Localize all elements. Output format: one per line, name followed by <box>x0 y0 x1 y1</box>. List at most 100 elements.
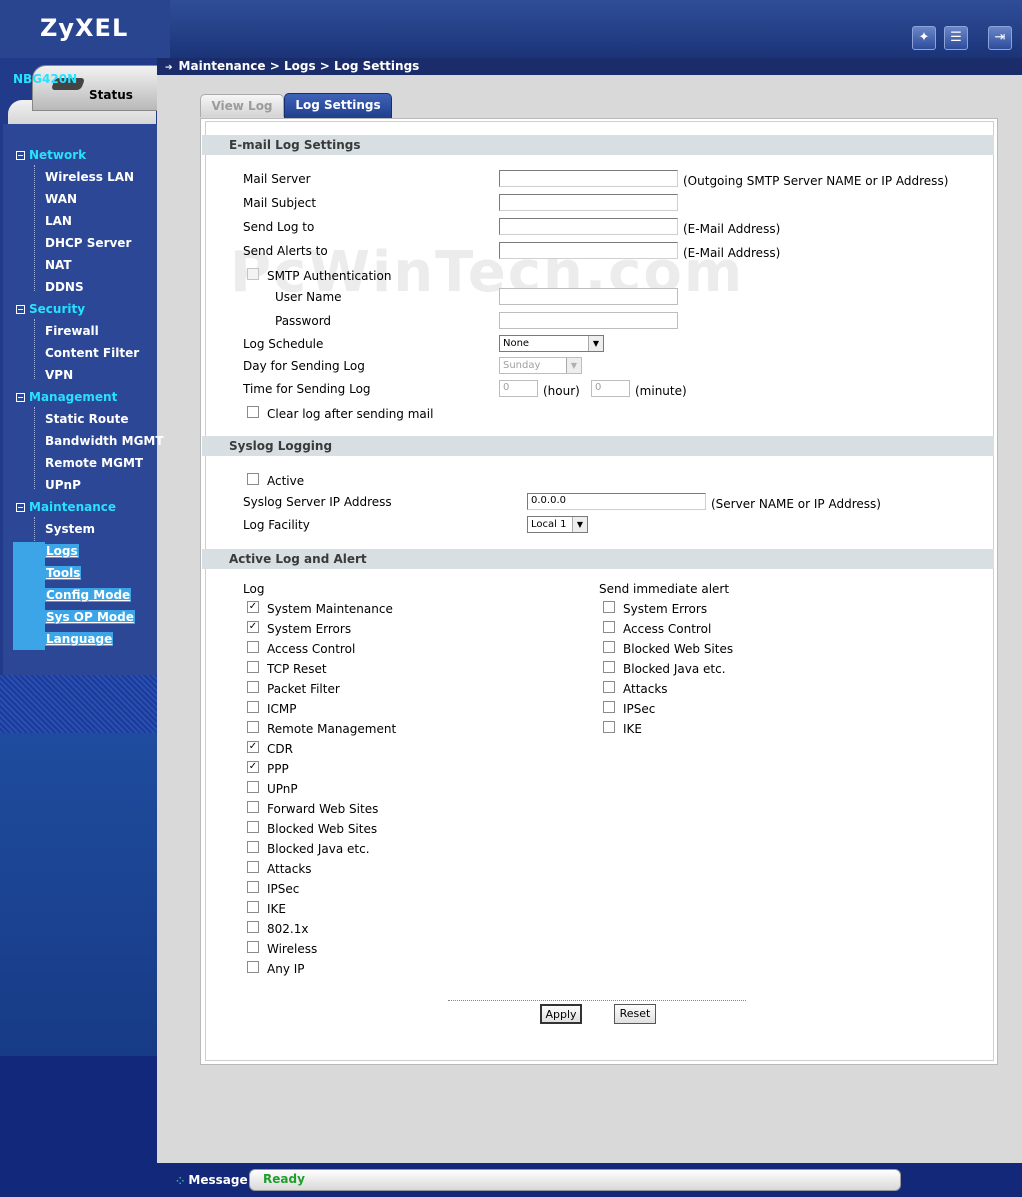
time-sending-label: Time for Sending Log <box>243 382 371 396</box>
sidebar-item-sys-op-mode[interactable]: Sys OP Mode <box>45 610 135 624</box>
log-option-checkbox[interactable] <box>603 661 615 673</box>
log-option-label: Access Control <box>267 642 356 656</box>
log-option-label: TCP Reset <box>267 662 327 676</box>
device-name: NBG420N <box>13 72 78 86</box>
log-option-checkbox[interactable] <box>603 681 615 693</box>
log-option-checkbox[interactable]: ✓ <box>247 621 259 633</box>
log-option-checkbox[interactable]: ✓ <box>247 601 259 613</box>
log-option-checkbox[interactable] <box>603 701 615 713</box>
collapse-icon: − <box>16 393 25 402</box>
send-alerts-to-input[interactable] <box>499 242 678 259</box>
log-option-checkbox[interactable] <box>247 661 259 673</box>
log-option-label: System Errors <box>623 602 708 616</box>
syslog-server-input[interactable]: 0.0.0.0 <box>527 493 706 510</box>
sidebar-item-upnp[interactable]: UPnP <box>45 478 81 492</box>
log-option-checkbox[interactable] <box>247 861 259 873</box>
sidebar-bottom <box>0 1056 157 1197</box>
collapse-icon: − <box>16 305 25 314</box>
log-option-label: System Maintenance <box>267 602 393 616</box>
logout-icon[interactable]: ⇥ <box>988 26 1012 50</box>
log-option-label: Access Control <box>623 622 712 636</box>
log-option-checkbox[interactable] <box>603 601 615 613</box>
log-option-checkbox[interactable] <box>247 841 259 853</box>
log-option-checkbox[interactable] <box>247 941 259 953</box>
section-active-log: Active Log and Alert <box>202 549 994 569</box>
clear-log-label: Clear log after sending mail <box>267 407 434 421</box>
minute-input[interactable]: 0 <box>591 380 630 397</box>
log-option-checkbox[interactable] <box>247 781 259 793</box>
smtp-auth-label: SMTP Authentication <box>267 269 392 283</box>
sidebar-item-language[interactable]: Language <box>45 632 114 646</box>
log-option-label: 802.1x <box>267 922 309 936</box>
sidebar-item-ddns[interactable]: DDNS <box>45 280 84 294</box>
send-alerts-to-label: Send Alerts to <box>243 244 328 258</box>
log-option-checkbox[interactable] <box>247 681 259 693</box>
tree-line <box>34 319 35 379</box>
password-input[interactable] <box>499 312 678 329</box>
log-option-checkbox[interactable]: ✓ <box>247 761 259 773</box>
log-option-checkbox[interactable] <box>247 901 259 913</box>
send-log-to-input[interactable] <box>499 218 678 235</box>
log-option-checkbox[interactable] <box>247 641 259 653</box>
sidebar-item-wan[interactable]: WAN <box>45 192 77 206</box>
minute-label: (minute) <box>635 384 687 398</box>
sidebar-item-bandwidth-mgmt[interactable]: Bandwidth MGMT <box>45 434 164 448</box>
notes-icon[interactable]: ☰ <box>944 26 968 50</box>
alert-column-header: Send immediate alert <box>599 582 730 596</box>
chevron-down-icon: ▼ <box>566 358 581 373</box>
log-facility-select[interactable]: Local 1 ▼ <box>527 516 588 533</box>
sidebar-item-firewall[interactable]: Firewall <box>45 324 99 338</box>
sidebar-item-wireless-lan[interactable]: Wireless LAN <box>45 170 134 184</box>
top-icon-group: ✦ ☰ ⇥ <box>912 26 1012 50</box>
log-option-checkbox[interactable] <box>603 621 615 633</box>
log-option-checkbox[interactable]: ✓ <box>247 741 259 753</box>
syslog-server-label: Syslog Server IP Address <box>243 495 392 509</box>
log-option-checkbox[interactable] <box>247 721 259 733</box>
password-label: Password <box>275 314 332 328</box>
sidebar-item-tools[interactable]: Tools <box>45 566 82 580</box>
log-option-checkbox[interactable] <box>603 721 615 733</box>
smtp-auth-checkbox[interactable] <box>247 268 259 280</box>
tab-view-log[interactable]: View Log <box>200 94 284 117</box>
sidebar-item-config-mode[interactable]: Config Mode <box>45 588 132 602</box>
log-option-checkbox[interactable] <box>247 921 259 933</box>
message-box <box>249 1169 901 1191</box>
log-option-checkbox[interactable] <box>603 641 615 653</box>
log-schedule-select[interactable]: None ▼ <box>499 335 604 352</box>
log-option-checkbox[interactable] <box>247 801 259 813</box>
log-option-checkbox[interactable] <box>247 701 259 713</box>
log-option-checkbox[interactable] <box>247 821 259 833</box>
log-option-label: Any IP <box>267 962 305 976</box>
nav-category-maintenance[interactable]: − Maintenance <box>16 500 116 514</box>
mail-server-input[interactable] <box>499 170 678 187</box>
sidebar-item-static-route[interactable]: Static Route <box>45 412 129 426</box>
sidebar-item-system[interactable]: System <box>45 522 95 536</box>
nav-category-management[interactable]: − Management <box>16 390 117 404</box>
clear-log-checkbox[interactable] <box>247 406 259 418</box>
syslog-active-checkbox[interactable] <box>247 473 259 485</box>
log-option-checkbox[interactable] <box>247 881 259 893</box>
sidebar-item-logs[interactable]: Logs <box>45 544 79 558</box>
sidebar-selection-strip <box>13 542 45 650</box>
sidebar-item-nat[interactable]: NAT <box>45 258 72 272</box>
sidebar-item-lan[interactable]: LAN <box>45 214 72 228</box>
nav-category-network[interactable]: − Network <box>16 148 86 162</box>
tab-log-settings[interactable]: Log Settings <box>284 93 392 118</box>
nav-category-security[interactable]: − Security <box>16 302 85 316</box>
mail-subject-input[interactable] <box>499 194 678 211</box>
user-name-input[interactable] <box>499 288 678 305</box>
sidebar-item-remote-mgmt[interactable]: Remote MGMT <box>45 456 143 470</box>
day-sending-select[interactable]: Sunday ▼ <box>499 357 582 374</box>
sidebar-item-vpn[interactable]: VPN <box>45 368 73 382</box>
tree-line <box>34 407 35 489</box>
apply-button[interactable]: Apply <box>540 1004 582 1024</box>
hour-input[interactable]: 0 <box>499 380 538 397</box>
collapse-icon: − <box>16 503 25 512</box>
sidebar-item-content-filter[interactable]: Content Filter <box>45 346 139 360</box>
sidebar-item-dhcp-server[interactable]: DHCP Server <box>45 236 131 250</box>
collapse-icon: − <box>16 151 25 160</box>
reset-button[interactable]: Reset <box>614 1004 656 1024</box>
log-option-checkbox[interactable] <box>247 961 259 973</box>
log-option-label: Blocked Web Sites <box>623 642 734 656</box>
wizard-icon[interactable]: ✦ <box>912 26 936 50</box>
